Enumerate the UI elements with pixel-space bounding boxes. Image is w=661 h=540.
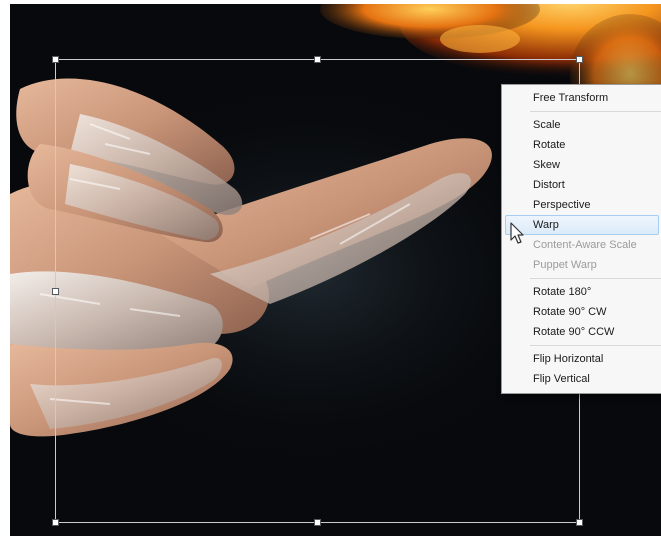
menu-item-free-transform[interactable]: Free Transform <box>502 88 661 108</box>
transform-handle-top-right[interactable] <box>576 56 583 63</box>
transform-handle-bottom-left[interactable] <box>52 519 59 526</box>
menu-separator <box>530 111 661 112</box>
menu-separator <box>530 345 661 346</box>
transform-handle-middle-left[interactable] <box>52 288 59 295</box>
menu-item-perspective[interactable]: Perspective <box>502 195 661 215</box>
menu-item-puppet-warp: Puppet Warp <box>533 259 597 271</box>
menu-item-flip-horizontal[interactable]: Flip Horizontal <box>502 349 661 369</box>
menu-item-scale[interactable]: Scale <box>502 115 661 135</box>
menu-item-rotate-90-cw[interactable]: Rotate 90° CW <box>502 302 661 322</box>
transform-handle-bottom-right[interactable] <box>576 519 583 526</box>
menu-item-rotate-90-ccw[interactable]: Rotate 90° CCW <box>502 322 661 342</box>
menu-separator <box>530 278 661 279</box>
mouse-pointer-icon <box>510 222 524 244</box>
menu-item-skew[interactable]: Skew <box>502 155 661 175</box>
menu-item-rotate[interactable]: Rotate <box>502 135 661 155</box>
menu-item-warp[interactable]: Warp <box>505 215 659 235</box>
menu-item-rotate-180[interactable]: Rotate 180° <box>502 282 661 302</box>
transform-handle-bottom-middle[interactable] <box>314 519 321 526</box>
menu-item-distort[interactable]: Distort <box>502 175 661 195</box>
transform-handle-top-middle[interactable] <box>314 56 321 63</box>
menu-item-flip-vertical[interactable]: Flip Vertical <box>502 369 661 389</box>
transform-handle-top-left[interactable] <box>52 56 59 63</box>
